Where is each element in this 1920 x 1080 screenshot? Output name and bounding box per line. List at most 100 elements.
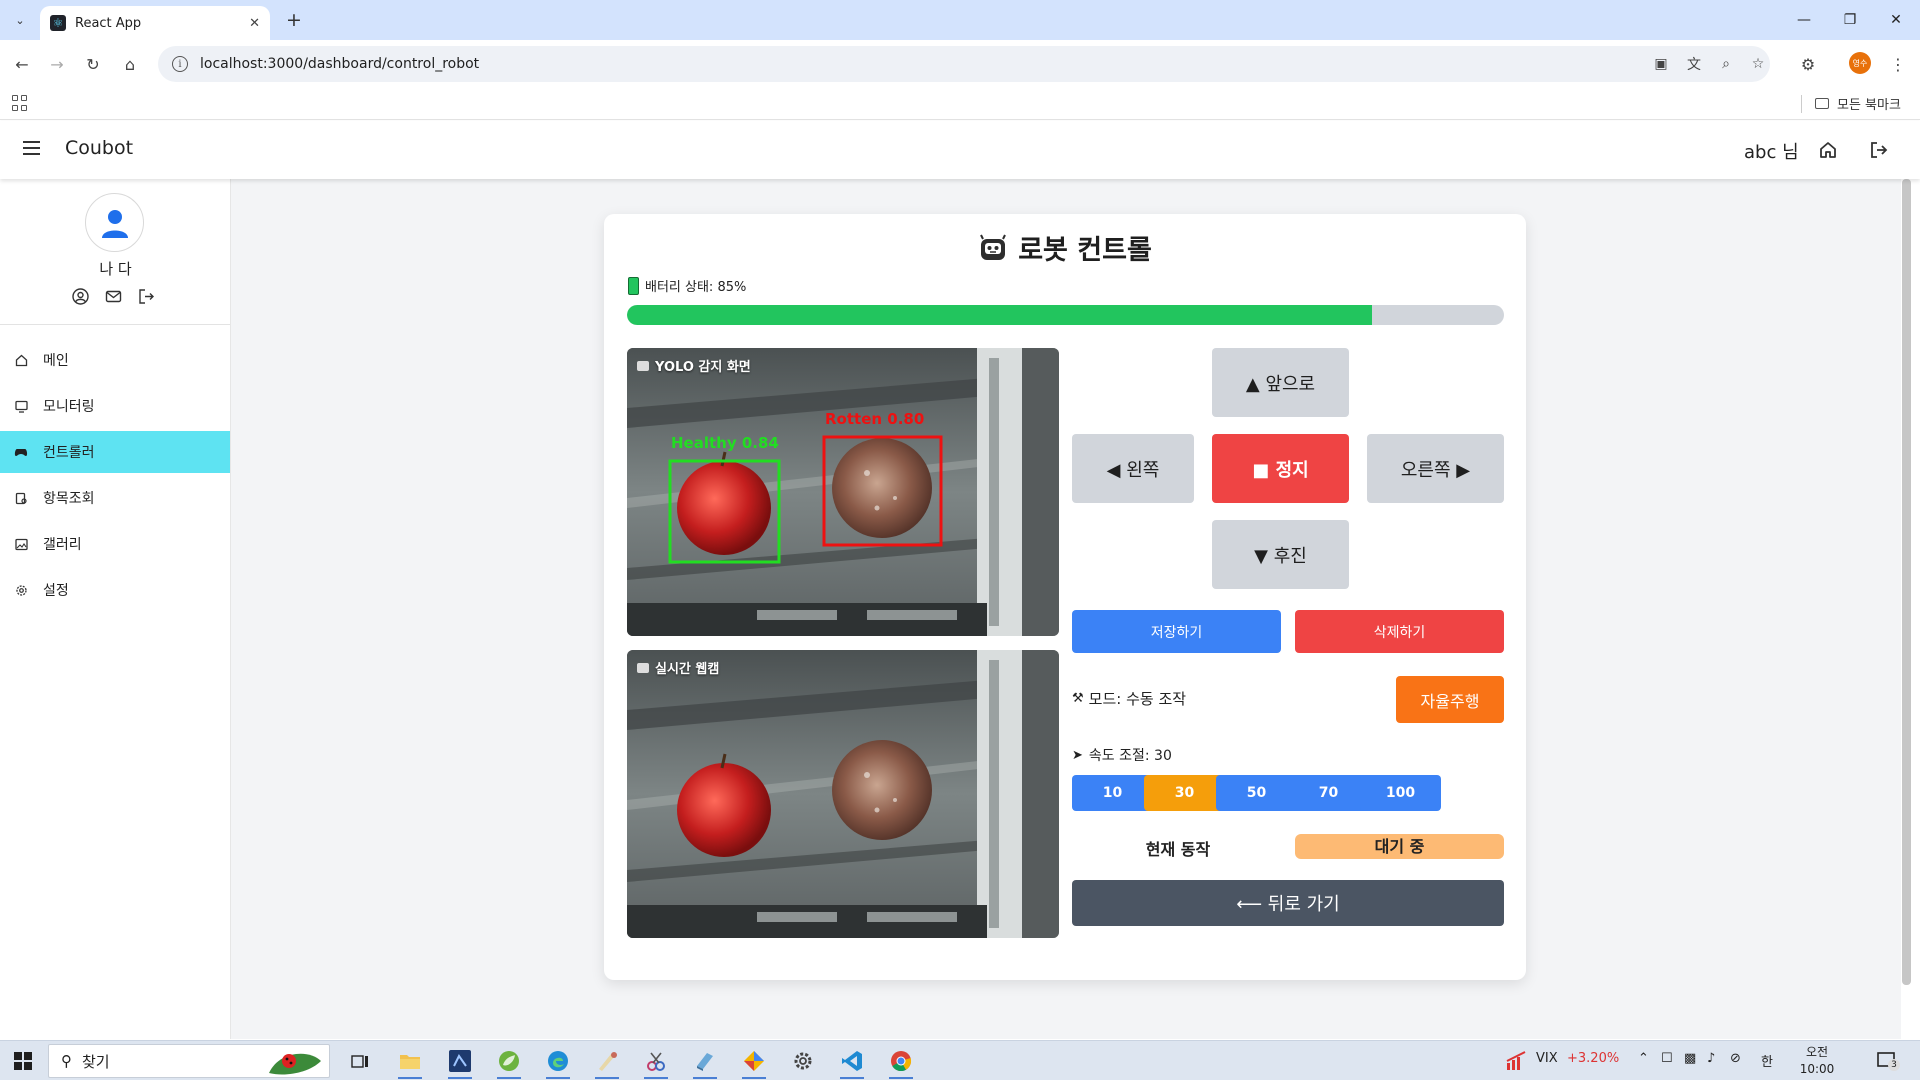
- new-tab-plus-icon[interactable]: +: [282, 8, 306, 32]
- stop-button[interactable]: ■ 정지: [1212, 434, 1349, 503]
- sidebar-item-main[interactable]: 메인: [0, 339, 230, 381]
- network-icon[interactable]: ▩: [1684, 1051, 1696, 1066]
- yolo-feed-title: YOLO 감지 화면: [655, 360, 751, 375]
- profile-actions: [72, 288, 155, 305]
- gemini-icon[interactable]: [740, 1047, 768, 1079]
- battery-progress-bar: [627, 305, 1504, 325]
- forward-button[interactable]: ▲ 앞으로: [1212, 348, 1349, 417]
- profile-avatar-icon: [85, 193, 144, 252]
- notification-icon[interactable]: 3: [1876, 1050, 1900, 1072]
- gamepad-icon: [14, 445, 28, 459]
- taskbar-clock[interactable]: 오전 10:00 2025-03-05: [1787, 1044, 1847, 1080]
- tools-icon: ⚒: [1072, 691, 1084, 706]
- all-bookmarks-button[interactable]: 모든 북마크: [1815, 94, 1901, 113]
- task-view-icon[interactable]: [346, 1047, 374, 1075]
- page-title: 로봇 컨트롤: [604, 228, 1526, 267]
- edge-browser-icon[interactable]: [544, 1047, 572, 1079]
- delete-button[interactable]: 삭제하기: [1295, 610, 1504, 653]
- sidebar-item-label: 컨트롤러: [43, 445, 95, 461]
- header-logout-icon[interactable]: [1866, 137, 1892, 163]
- reload-icon[interactable]: ↻: [80, 51, 106, 77]
- webcam-frame-image: [627, 650, 1059, 938]
- header-home-icon[interactable]: [1815, 137, 1841, 163]
- clipboard-search-icon: [14, 491, 28, 505]
- bookmark-star-icon[interactable]: ☆: [1748, 54, 1768, 74]
- speed-button-50[interactable]: 50: [1216, 775, 1297, 811]
- chrome-icon[interactable]: [887, 1047, 915, 1079]
- ssms-icon[interactable]: [446, 1047, 474, 1079]
- vscode-icon[interactable]: [838, 1047, 866, 1079]
- minimize-icon[interactable]: —: [1781, 0, 1827, 40]
- account-circle-icon[interactable]: [72, 288, 89, 305]
- browser-tab-bar: ⌄ ⚛ React App ✕ + — ❐ ✕: [0, 0, 1920, 40]
- spring-tool-icon[interactable]: [495, 1047, 523, 1079]
- volume-icon[interactable]: ♪: [1707, 1051, 1715, 1066]
- yolo-feed-label: YOLO 감지 화면: [637, 356, 751, 375]
- tab-close-icon[interactable]: ✕: [249, 16, 260, 31]
- speed-button-10[interactable]: 10: [1072, 775, 1153, 811]
- sidebar-item-controller[interactable]: 컨트롤러: [0, 431, 230, 473]
- battery-progress-fill: [627, 305, 1373, 325]
- bookmark-separator: [1801, 95, 1802, 113]
- zoom-icon[interactable]: ⌕: [1716, 54, 1736, 74]
- right-button[interactable]: 오른쪽 ▶: [1367, 434, 1504, 503]
- paint-icon[interactable]: [593, 1047, 621, 1079]
- page-scrollbar[interactable]: [1902, 179, 1911, 985]
- home-icon[interactable]: ⌂: [117, 51, 143, 77]
- speed-button-30[interactable]: 30: [1144, 775, 1225, 811]
- mute-status-icon[interactable]: ⊘: [1730, 1051, 1741, 1066]
- mode-status-text: 모드: 수동 조작: [1088, 690, 1187, 708]
- sidebar-item-label: 메인: [43, 353, 69, 369]
- mail-icon[interactable]: [105, 288, 122, 305]
- site-info-icon[interactable]: i: [172, 56, 188, 72]
- browser-toolbar: ← → ↻ ⌂ i localhost:3000/dashboard/contr…: [0, 40, 1920, 87]
- settings-gear-icon[interactable]: [789, 1047, 817, 1075]
- install-app-icon[interactable]: ▣: [1651, 54, 1671, 74]
- forward-arrow-icon[interactable]: →: [44, 51, 70, 77]
- taskbar-search-box[interactable]: ⚲ 찾기: [48, 1044, 330, 1078]
- file-explorer-icon[interactable]: [396, 1047, 424, 1079]
- speed-button-100[interactable]: 100: [1360, 775, 1441, 811]
- extensions-icon[interactable]: ⚙: [1795, 51, 1821, 77]
- webcam-feed-title: 실시간 웹캠: [655, 662, 720, 677]
- sidebar-item-gallery[interactable]: 갤러리: [0, 523, 230, 565]
- clock-time: 오전 10:00: [1799, 1045, 1835, 1076]
- windows-start-icon[interactable]: [14, 1052, 32, 1070]
- tray-chevron-icon[interactable]: ⌃: [1638, 1051, 1649, 1066]
- detection-label-rotten: Rotten 0.80: [825, 410, 925, 428]
- yolo-frame-image: [627, 348, 1059, 636]
- notepad-icon[interactable]: [691, 1047, 719, 1079]
- more-menu-icon[interactable]: ⋮: [1885, 51, 1911, 77]
- logout-icon[interactable]: [138, 288, 155, 305]
- apps-grid-icon[interactable]: [12, 95, 28, 111]
- hamburger-menu-icon[interactable]: [23, 141, 41, 157]
- window-close-icon[interactable]: ✕: [1873, 0, 1919, 40]
- tab-search-chevron-icon[interactable]: ⌄: [8, 8, 32, 32]
- back-arrow-icon[interactable]: ←: [9, 51, 35, 77]
- sidebar-item-lookup[interactable]: 항목조회: [0, 477, 230, 519]
- save-button[interactable]: 저장하기: [1072, 610, 1281, 653]
- profile-name: 나 다: [99, 260, 132, 278]
- address-bar[interactable]: i localhost:3000/dashboard/control_robot…: [158, 46, 1770, 82]
- backward-button[interactable]: ▼ 후진: [1212, 520, 1349, 589]
- profile-avatar[interactable]: 영수: [1849, 52, 1871, 74]
- tray-device-icon[interactable]: ☐: [1661, 1051, 1673, 1066]
- restore-icon[interactable]: ❐: [1827, 0, 1873, 40]
- sidebar-item-monitoring[interactable]: 모니터링: [0, 385, 230, 427]
- webcam-feed-label: 실시간 웹캠: [637, 658, 719, 677]
- user-greeting: abc 님: [1744, 142, 1799, 163]
- ime-indicator[interactable]: 한: [1761, 1051, 1773, 1070]
- search-icon: ⚲: [61, 1052, 72, 1070]
- translate-icon[interactable]: 文: [1684, 54, 1704, 74]
- sidebar-item-label: 갤러리: [43, 537, 82, 553]
- speed-button-70[interactable]: 70: [1288, 775, 1369, 811]
- sidebar-item-settings[interactable]: 설정: [0, 569, 230, 611]
- battery-icon: [628, 276, 639, 295]
- yolo-detection-feed: YOLO 감지 화면 Healthy 0.84 Rotten 0.80: [627, 348, 1059, 636]
- left-button[interactable]: ◀ 왼쪽: [1072, 434, 1194, 503]
- mode-status: ⚒ 모드: 수동 조작: [1072, 688, 1186, 709]
- autonomous-button[interactable]: 자율주행: [1396, 676, 1504, 723]
- go-back-button[interactable]: ⟵ 뒤로 가기: [1072, 880, 1504, 926]
- snipping-tool-icon[interactable]: [642, 1047, 670, 1079]
- browser-tab[interactable]: ⚛ React App ✕: [40, 6, 270, 40]
